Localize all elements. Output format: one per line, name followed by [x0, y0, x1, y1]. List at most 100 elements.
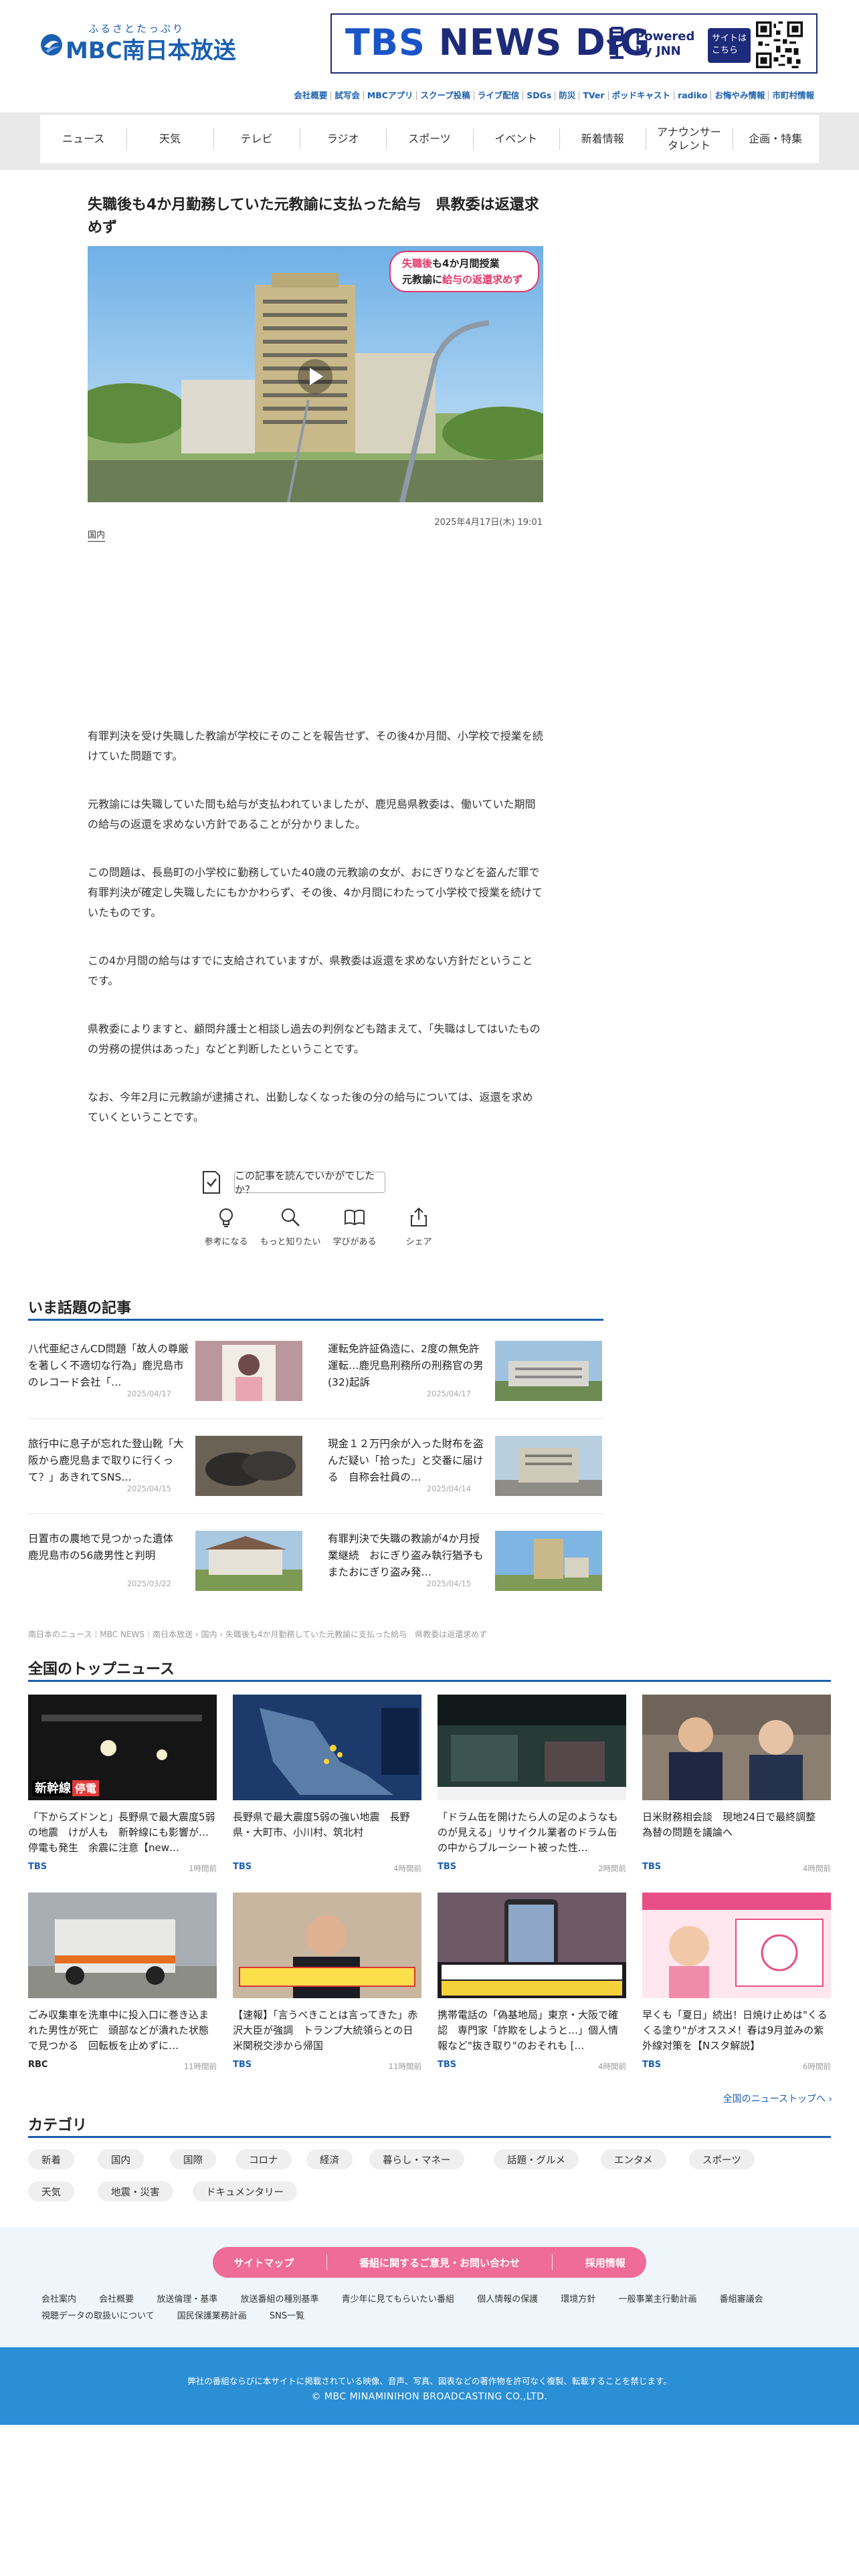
nav-item-news[interactable]: ニュース: [40, 115, 126, 163]
category-chip[interactable]: 暮らし・マネー: [369, 2149, 464, 2169]
footer-link[interactable]: 個人情報の保護: [477, 2291, 538, 2308]
footer-link[interactable]: 会社案内: [41, 2291, 76, 2308]
trending-item[interactable]: 旅行中に息子が忘れた登山靴「大阪から鹿児島まで取りに行くって？」あきれてSNS……: [28, 1428, 304, 1501]
trending-item[interactable]: 運転免許証偽造に、2度の無免許運転…鹿児島刑務所の刑務官の男(32)起訴 202…: [328, 1333, 603, 1406]
util-link-company[interactable]: 会社概要: [290, 91, 330, 100]
category-chip[interactable]: 国内: [98, 2149, 144, 2169]
footer-link[interactable]: 国民保護業務計画: [177, 2308, 247, 2325]
news-thumb: [233, 1893, 421, 1998]
news-thumb: [28, 1893, 217, 1998]
nav-item-events[interactable]: イベント: [472, 115, 559, 163]
nav-item-latest[interactable]: 新着情報: [559, 115, 646, 163]
news-card[interactable]: 新幹線 停電 「下からズドンと」長野県で最大震度5弱の地震 けが人も 新幹線にも影…: [28, 1695, 217, 1875]
news-card[interactable]: 「ドラム缶を開けたら人の足のようなものが見える」リサイクル業者のドラム缶の中から…: [438, 1695, 626, 1875]
footer-link[interactable]: 放送倫理・基準: [157, 2291, 217, 2308]
article-category-tag[interactable]: 国内: [88, 530, 106, 542]
category-chip[interactable]: 経済: [306, 2149, 353, 2169]
divider: [28, 1418, 603, 1419]
util-link-disaster[interactable]: 防災: [555, 91, 579, 100]
categories-title: カテゴリ: [28, 2117, 88, 2134]
divider: [552, 2254, 553, 2270]
banner-powered-text: Powered by JNN: [636, 29, 695, 58]
footer-link[interactable]: 視聴データの取扱いについて: [41, 2308, 155, 2325]
util-link-radiko[interactable]: radiko: [674, 91, 710, 100]
news-card[interactable]: 長野県で最大震度5弱の強い地震 長野県・大町市、小川村、筑北村 TBS 4時間前: [233, 1695, 421, 1875]
reaction-learn[interactable]: 学びがある: [322, 1206, 387, 1247]
breadcrumb[interactable]: 南日本のニュース｜MBC NEWS｜南日本放送 › 国内 › 失職後も4か月勤務…: [28, 1628, 487, 1640]
article-paragraph: 有罪判決を受け失職した教諭が学校にそのことを報告せず、その後4か月間、小学校で授…: [88, 730, 543, 762]
article-paragraph: なお、今年2月に元教諭が逮捕され、出勤しなくなった後の分の給与については、返還を…: [88, 1091, 533, 1123]
trending-item[interactable]: 日置市の農地で見つかった遺体 鹿児島市の56歳男性と判明 2025/03/22: [28, 1523, 304, 1596]
category-chip[interactable]: スポーツ: [689, 2149, 755, 2169]
trending-thumb: [195, 1436, 302, 1496]
util-link-app[interactable]: MBCアプリ: [363, 91, 417, 100]
contact-link[interactable]: 番組に関するご意見・お問い合わせ: [350, 2256, 529, 2270]
news-card[interactable]: 早くも「夏日」続出！日焼け止めは"くるくる塗り"がオススメ！春は9月並みの紫外線…: [642, 1893, 831, 2073]
util-link-live[interactable]: ライブ配信: [473, 91, 523, 100]
util-link-municipal[interactable]: 市町村情報: [768, 91, 818, 100]
trending-item[interactable]: 有罪判決で失職の教諭が4か月授業継続 おにぎり盗み執行猶予もまたおにぎり盗み発……: [328, 1523, 603, 1596]
news-card[interactable]: 日米財務相会談 現地24日で最終調整 為替の問題を議論へ TBS 4時間前: [642, 1695, 831, 1875]
category-chip[interactable]: 国際: [170, 2149, 216, 2169]
feedback-question-button[interactable]: この記事を読んでいかがでしたか？: [234, 1170, 385, 1196]
category-chip[interactable]: エンタメ: [601, 2149, 666, 2169]
article-paragraph: この問題は、長島町の小学校に勤務していた40歳の元教諭の女が、おにぎりなどを盗ん…: [88, 866, 543, 919]
news-card[interactable]: 【速報】「言うべきことは言ってきた」赤沢大臣が強調 トランプ大統領らとの日米関税…: [233, 1893, 421, 2073]
nav-item-weather[interactable]: 天気: [126, 115, 213, 163]
footer-link[interactable]: 一般事業主行動計画: [618, 2291, 696, 2308]
category-chip[interactable]: コロナ: [235, 2149, 292, 2169]
banner-site-button[interactable]: サイトは こちら: [708, 28, 751, 63]
recruit-link[interactable]: 採用情報: [576, 2256, 635, 2270]
nav-item-features[interactable]: 企画・特集: [732, 115, 819, 163]
trending-item[interactable]: 八代亜紀さんCD問題「故人の尊厳を著しく不適切な行為」鹿児島市のレコード会社「……: [28, 1333, 304, 1406]
nav-item-announcers[interactable]: アナウンサー タレント: [646, 115, 732, 163]
footer-link[interactable]: SNS一覧: [270, 2308, 304, 2325]
trending-thumb: [195, 1341, 302, 1401]
nav-item-radio[interactable]: ラジオ: [299, 115, 386, 163]
trending-thumb: [495, 1341, 602, 1401]
util-link-obituary[interactable]: お悔やみ情報: [710, 91, 768, 100]
category-chip[interactable]: 話題・グルメ: [494, 2149, 579, 2169]
national-news-more-link[interactable]: 全国のニューストップへ ›: [723, 2092, 832, 2105]
footer-link[interactable]: 放送番組の種別基準: [240, 2291, 318, 2308]
trending-thumb: [495, 1531, 602, 1591]
news-card[interactable]: ごみ収集車を洗車中に投入口に巻き込まれた男性が死亡 頭部などが潰れた状態で見つか…: [28, 1893, 217, 2073]
footer-copyright-band: 弊社の番組ならびに本サイトに掲載されている映像、音声、写真、図表などの著作物を許…: [0, 2347, 859, 2425]
util-link-tver[interactable]: TVer: [579, 91, 607, 100]
nav-item-sports[interactable]: スポーツ: [386, 115, 472, 163]
footer-link[interactable]: 青少年に見てもらいたい番組: [342, 2291, 454, 2308]
site-logo[interactable]: ふるさとたっぷり MBC南日本放送: [40, 21, 236, 66]
category-chip[interactable]: 地震・災害: [98, 2181, 173, 2202]
util-link-podcast[interactable]: ポッドキャスト: [607, 91, 674, 100]
tbs-news-dig-banner[interactable]: TBS NEWS DIG Powered by JNN サイトは こちら: [330, 13, 818, 74]
trending-list: 八代亜紀さんCD問題「故人の尊厳を著しく不適切な行為」鹿児島市のレコード会社「……: [28, 1333, 603, 1600]
news-thumb: [642, 1695, 831, 1800]
trending-thumb: [195, 1531, 302, 1591]
reaction-helpful[interactable]: 参考になる: [194, 1206, 258, 1247]
news-thumb: [438, 1695, 626, 1800]
footer-link[interactable]: 番組審議会: [720, 2291, 763, 2308]
footer-link-list: 会社案内 会社概要 放送倫理・基準 放送番組の種別基準 青少年に見てもらいたい番…: [41, 2291, 818, 2325]
image-caption: 失職後も4か月間授業 元教諭に給与の返還求めず: [402, 257, 523, 286]
open-book-icon: [345, 1209, 365, 1226]
trending-item[interactable]: 現金１２万円余が入った財布を盗んだ疑い「拾った」と交番に届ける 自称会社員の… …: [328, 1428, 603, 1501]
reaction-share[interactable]: シェア: [387, 1206, 451, 1247]
article-video[interactable]: 失職後も4か月間授業 元教諭に給与の返還求めず: [88, 246, 543, 502]
sitemap-link[interactable]: サイトマップ: [224, 2256, 303, 2270]
util-link-sdgs[interactable]: SDGs: [522, 91, 555, 100]
lightbulb-icon: [219, 1208, 233, 1227]
main-nav: ニュース 天気 テレビ ラジオ スポーツ イベント 新着情報 アナウンサー タレ…: [40, 115, 819, 163]
category-chip[interactable]: ドキュメンタリー: [193, 2181, 297, 2202]
category-chip[interactable]: 新着: [28, 2149, 74, 2169]
footer-link[interactable]: 環境方針: [561, 2291, 595, 2308]
footer-link[interactable]: 会社概要: [99, 2291, 134, 2308]
util-link-preview[interactable]: 試写会: [330, 91, 363, 100]
mbc-logo-icon: [41, 34, 62, 56]
util-link-scoop[interactable]: スクープ投稿: [416, 91, 473, 100]
category-chip[interactable]: 天気: [28, 2181, 74, 2202]
news-card[interactable]: 携帯電話の「偽基地局」東京・大阪で確認 専門家「詐欺をしようと…」個人情報など"…: [438, 1893, 626, 2073]
divider: [326, 2254, 327, 2270]
nav-item-tv[interactable]: テレビ: [213, 115, 300, 163]
reaction-more[interactable]: もっと知りたい: [258, 1206, 322, 1247]
trending-thumb: [495, 1436, 602, 1496]
